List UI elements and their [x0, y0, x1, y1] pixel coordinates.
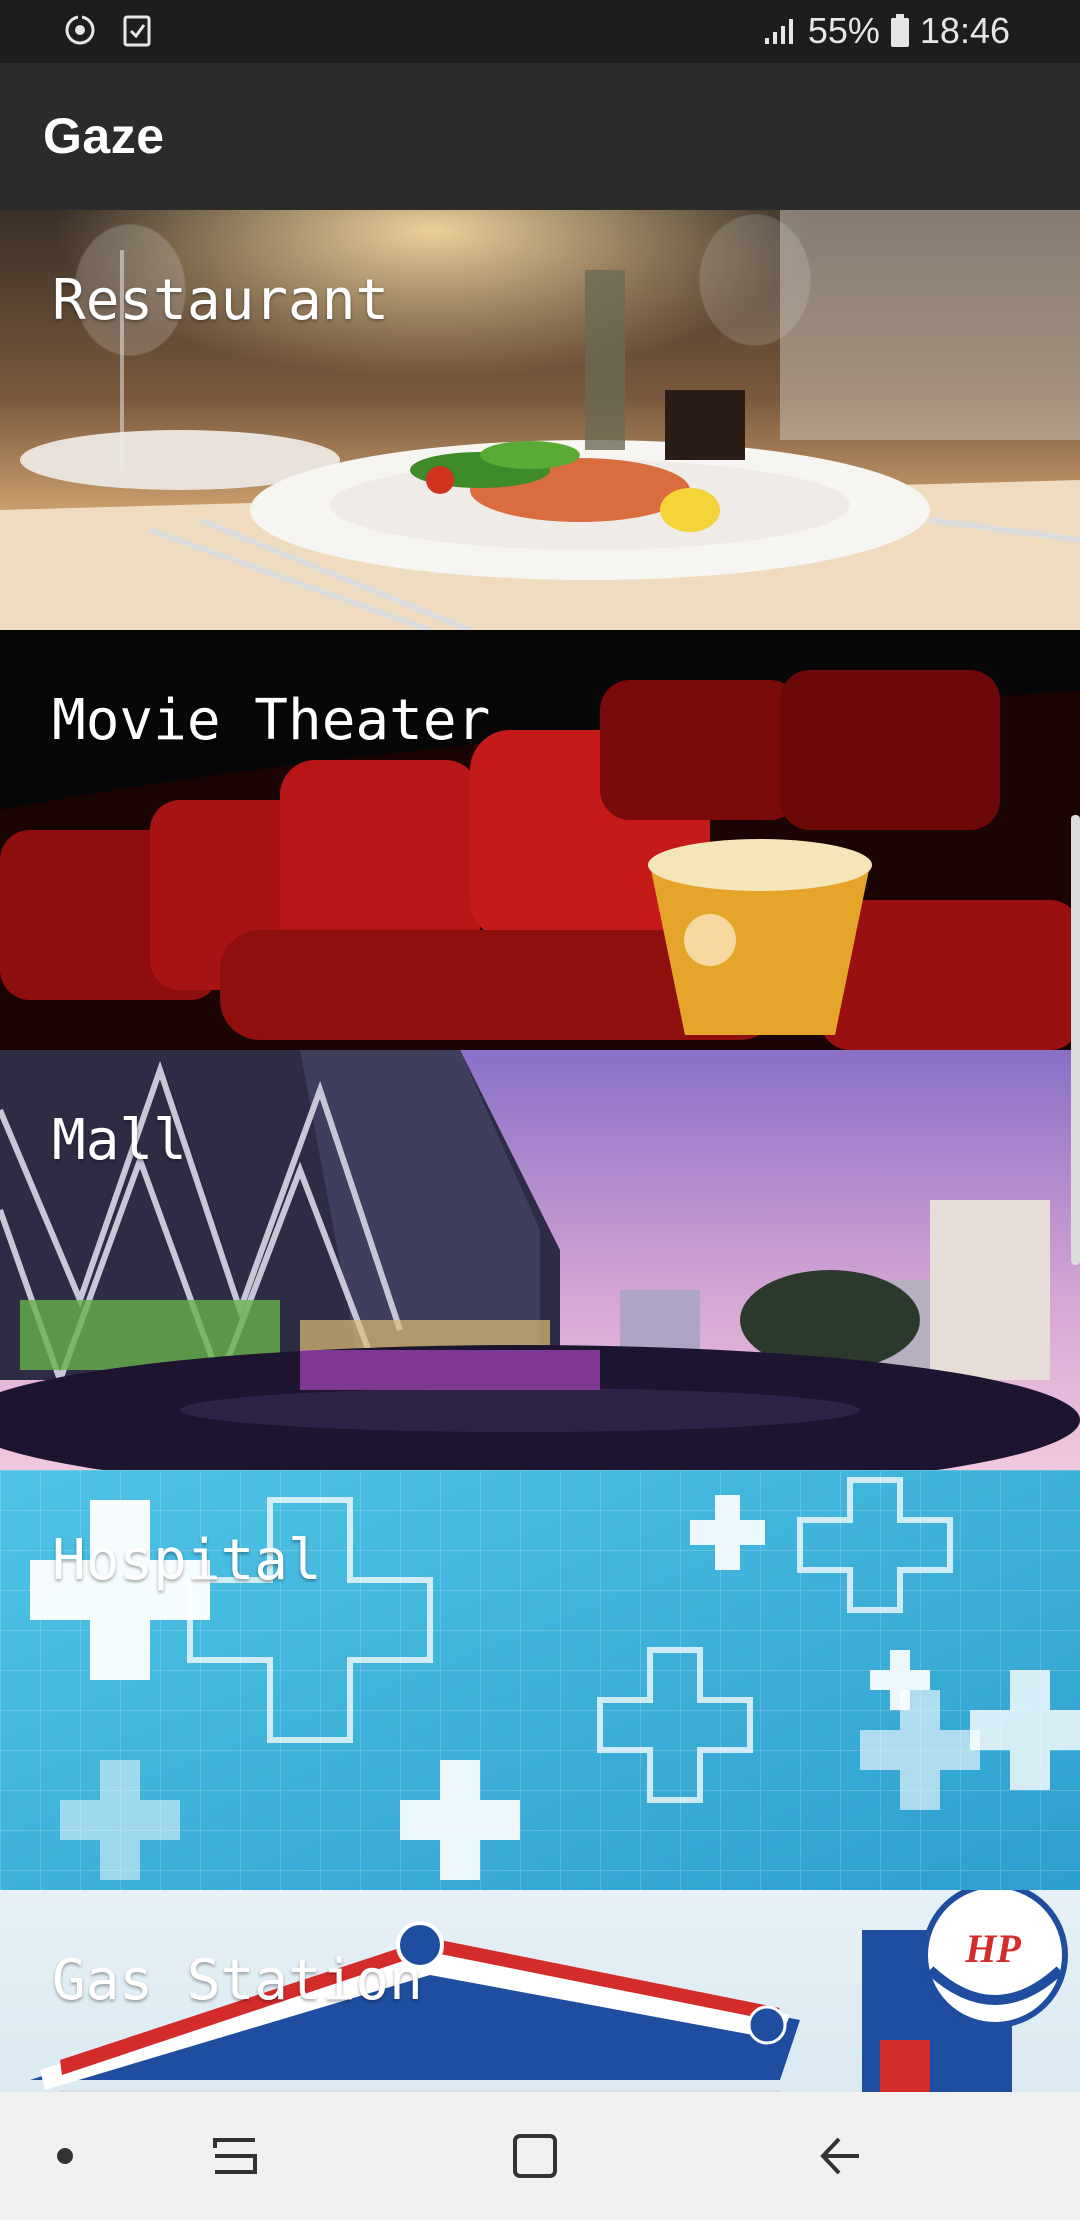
- gas-station-sign: HP: [964, 1926, 1021, 1971]
- battery-percent: 55%: [807, 10, 880, 51]
- navigation-bar: [0, 2092, 1080, 2220]
- app-bar: Gaze: [0, 63, 1080, 210]
- category-label: Mall: [52, 1108, 187, 1173]
- home-icon: [513, 2134, 557, 2178]
- category-label: Restaurant: [52, 268, 390, 333]
- back-button[interactable]: [795, 2092, 885, 2220]
- category-card-hospital[interactable]: Hospital: [0, 1470, 1080, 1890]
- app-title: Gaze: [43, 108, 165, 164]
- recent-apps-icon: [213, 2138, 257, 2174]
- category-list[interactable]: Restaurant Movie Theater Mall Hospital H…: [0, 210, 1080, 2092]
- clipboard-check-icon: [123, 15, 151, 47]
- category-label: Hospital: [52, 1528, 322, 1593]
- recent-apps-button[interactable]: [190, 2092, 280, 2220]
- category-card-movie-theater[interactable]: Movie Theater: [0, 630, 1080, 1050]
- status-bar: 55% 18:46: [0, 0, 1080, 63]
- category-card-restaurant[interactable]: Restaurant: [0, 210, 1080, 630]
- category-label: Gas Station: [52, 1948, 423, 2013]
- category-card-mall[interactable]: Mall: [0, 1050, 1080, 1470]
- category-label: Movie Theater: [52, 688, 491, 753]
- nav-dot[interactable]: [30, 2092, 100, 2220]
- dot-icon: [57, 2148, 73, 2164]
- battery-icon: [890, 14, 909, 47]
- sync-icon: [65, 14, 95, 45]
- signal-icon: [764, 19, 793, 44]
- category-card-gas-station[interactable]: HP Gas Station: [0, 1890, 1080, 2092]
- clock: 18:46: [919, 10, 1010, 51]
- back-icon: [820, 2137, 859, 2175]
- scrollbar[interactable]: [1071, 815, 1080, 1265]
- home-button[interactable]: [490, 2092, 580, 2220]
